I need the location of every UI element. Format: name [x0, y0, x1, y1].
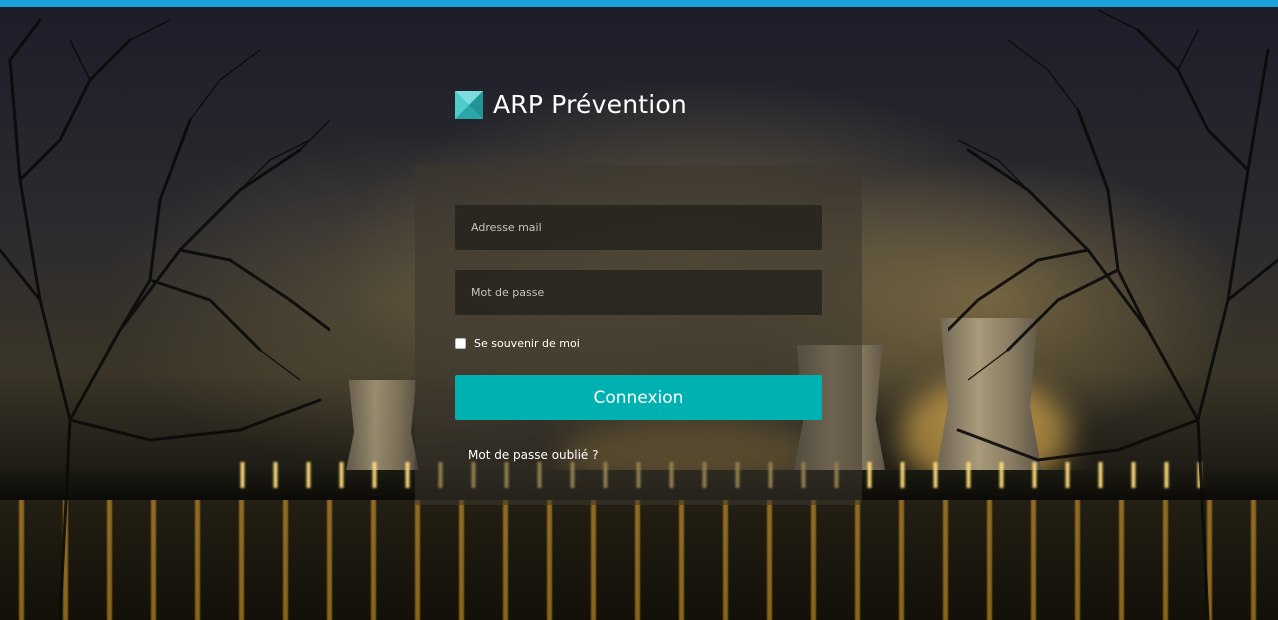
bare-tree-silhouette — [0, 18, 330, 620]
brand-header: ARP Prévention — [455, 90, 687, 119]
cooling-tower — [345, 380, 420, 475]
login-button[interactable]: Connexion — [455, 375, 822, 420]
remember-me-label: Se souvenir de moi — [474, 337, 580, 350]
brand-name: ARP Prévention — [493, 90, 687, 119]
bare-tree-silhouette — [948, 9, 1278, 620]
remember-me-checkbox[interactable] — [455, 338, 466, 349]
login-page: ARP Prévention Se souvenir de moi Connex… — [0, 0, 1278, 620]
login-panel: Se souvenir de moi Connexion Mot de pass… — [415, 165, 862, 505]
forgot-password-link[interactable]: Mot de passe oublié ? — [468, 448, 599, 462]
top-accent-bar — [0, 0, 1278, 7]
password-field[interactable] — [455, 270, 822, 315]
email-field[interactable] — [455, 205, 822, 250]
remember-me[interactable]: Se souvenir de moi — [455, 337, 580, 350]
teal-square-logo-icon — [455, 90, 483, 119]
